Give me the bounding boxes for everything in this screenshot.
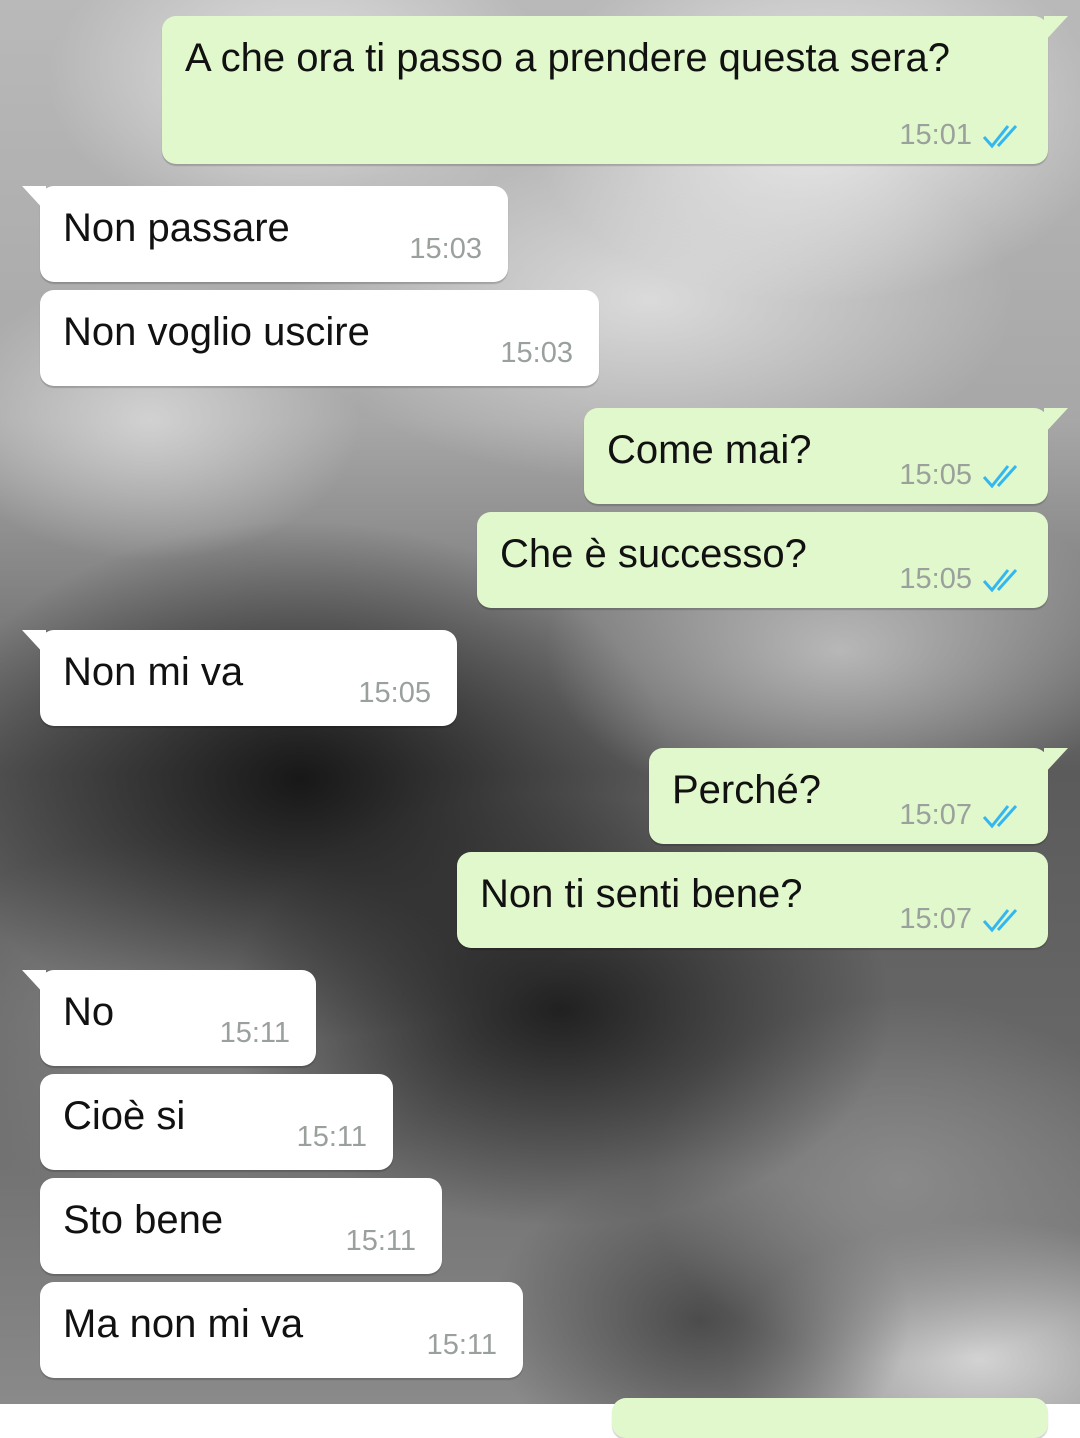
incoming-message[interactable]: Non voglio uscire 15:03 bbox=[40, 290, 599, 386]
message-time: 15:03 bbox=[409, 233, 482, 265]
message-meta: 15:07 bbox=[899, 801, 1026, 830]
message-meta: 15:11 bbox=[297, 1123, 367, 1152]
message-meta: 15:03 bbox=[500, 339, 573, 368]
message-text: Che è successo? bbox=[500, 532, 807, 576]
message-meta: 15:05 bbox=[899, 461, 1026, 490]
double-check-read-icon bbox=[982, 908, 1018, 932]
message-time: 15:03 bbox=[500, 337, 573, 369]
outgoing-message[interactable]: A che ora ti passo a prendere questa ser… bbox=[162, 16, 1068, 164]
incoming-message[interactable]: Sto bene 15:11 bbox=[40, 1178, 442, 1274]
outgoing-message[interactable]: Non ti senti bene? 15:07 bbox=[457, 852, 1048, 948]
message-text: Cioè si bbox=[63, 1094, 186, 1138]
incoming-message[interactable]: Non passare 15:03 bbox=[22, 186, 508, 282]
incoming-message[interactable]: Cioè si 15:11 bbox=[40, 1074, 393, 1170]
message-text: Ma non mi va bbox=[63, 1302, 304, 1346]
message-text: No bbox=[63, 990, 115, 1034]
message-text: Perché? bbox=[672, 768, 821, 812]
message-text: Sto bene bbox=[63, 1198, 224, 1242]
message-time: 15:11 bbox=[219, 1017, 290, 1049]
message-meta: 15:01 bbox=[899, 121, 1026, 150]
message-text: Non passare bbox=[63, 206, 290, 250]
double-check-read-icon bbox=[982, 804, 1018, 828]
message-time: 15:01 bbox=[899, 119, 972, 151]
incoming-message[interactable]: No 15:11 bbox=[22, 970, 316, 1066]
message-meta: 15:07 bbox=[899, 905, 1026, 934]
message-meta: 15:05 bbox=[899, 565, 1026, 594]
message-time: 15:05 bbox=[899, 459, 972, 491]
message-meta: 15:11 bbox=[220, 1019, 290, 1048]
message-text: Come mai? bbox=[607, 428, 812, 472]
message-text: A che ora ti passo a prendere questa ser… bbox=[185, 36, 950, 80]
message-time: 15:07 bbox=[899, 903, 972, 935]
message-meta: 15:11 bbox=[427, 1331, 497, 1360]
outgoing-message[interactable]: Che è successo? 15:05 bbox=[477, 512, 1048, 608]
message-time: 15:11 bbox=[296, 1121, 367, 1153]
message-time: 15:07 bbox=[899, 799, 972, 831]
outgoing-message-partial[interactable] bbox=[612, 1398, 1048, 1438]
message-text: Non voglio uscire bbox=[63, 310, 370, 354]
message-meta: 15:05 bbox=[358, 679, 431, 708]
message-meta: 15:03 bbox=[409, 235, 482, 264]
double-check-read-icon bbox=[982, 124, 1018, 148]
message-text: Non mi va bbox=[63, 650, 244, 694]
double-check-read-icon bbox=[982, 568, 1018, 592]
incoming-message[interactable]: Non mi va 15:05 bbox=[22, 630, 457, 726]
message-time: 15:11 bbox=[345, 1225, 416, 1257]
message-meta: 15:11 bbox=[346, 1227, 416, 1256]
outgoing-message[interactable]: Come mai? 15:05 bbox=[584, 408, 1068, 504]
incoming-message[interactable]: Ma non mi va 15:11 bbox=[40, 1282, 523, 1378]
double-check-read-icon bbox=[982, 464, 1018, 488]
message-time: 15:05 bbox=[358, 677, 431, 709]
message-text: Non ti senti bene? bbox=[480, 872, 803, 916]
outgoing-message[interactable]: Perché? 15:07 bbox=[649, 748, 1068, 844]
message-time: 15:05 bbox=[899, 563, 972, 595]
message-time: 15:11 bbox=[426, 1329, 497, 1361]
